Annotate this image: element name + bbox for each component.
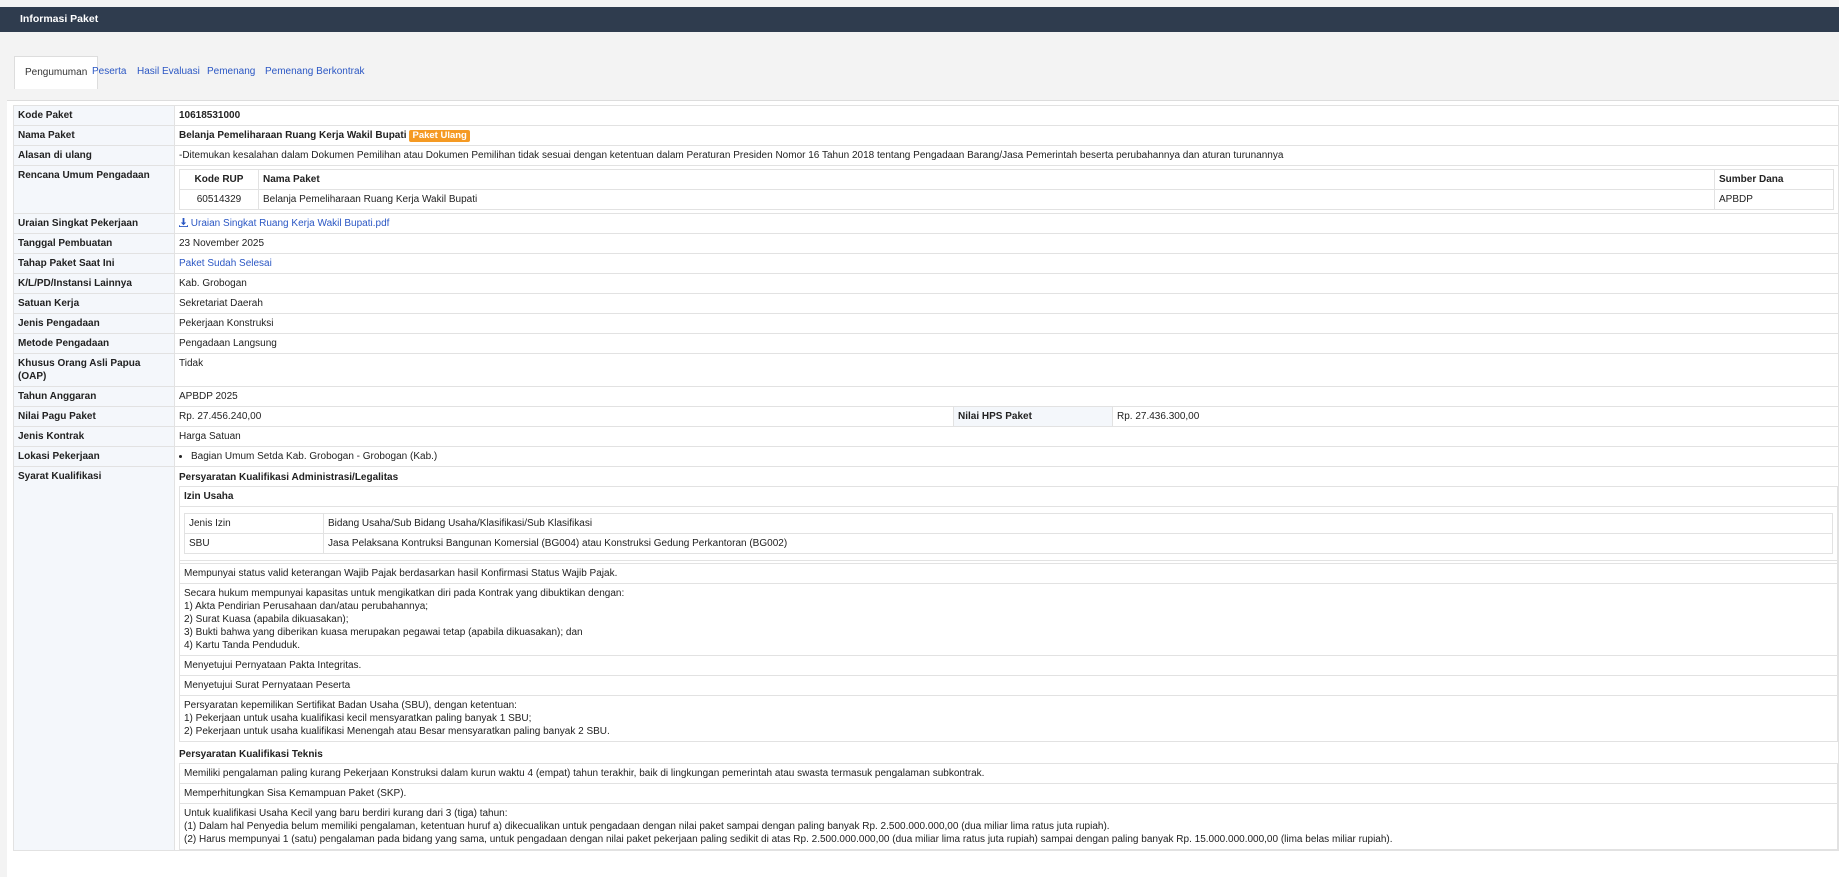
table-row: Alasan di ulang -Ditemukan kesalahan dal… [13,145,1839,166]
kode-paket-value: 10618531000 [174,105,1839,126]
field-label: Nilai Pagu Paket [13,406,175,427]
rup-header: Sumber Dana [1714,169,1834,190]
oap-value: Tidak [174,353,1839,387]
pagu-value: Rp. 27.456.240,00 [174,406,954,427]
pengalaman-text: Memiliki pengalaman paling kurang Pekerj… [179,763,1838,784]
field-label: K/L/PD/Instansi Lainnya [13,273,175,294]
table-row: Jenis Kontrak Harga Satuan [13,426,1839,447]
rup-name: Belanja Pemeliharaan Ruang Kerja Wakil B… [258,189,1715,210]
field-label: Tahap Paket Saat Ini [13,253,175,274]
table-row: 60514329 Belanja Pemeliharaan Ruang Kerj… [179,189,1834,210]
izin-header: Bidang Usaha/Sub Bidang Usaha/Klasifikas… [323,513,1833,534]
table-row: Nilai Pagu Paket Rp. 27.456.240,00 Nilai… [13,406,1839,427]
table-row: Lokasi Pekerjaan Bagian Umum Setda Kab. … [13,446,1839,467]
download-icon [179,218,188,227]
izin-type: SBU [184,533,324,554]
field-label: Jenis Pengadaan [13,313,175,334]
tab-pemenang[interactable]: Pemenang [207,56,255,88]
table-row: Nama Paket Belanja Pemeliharaan Ruang Ke… [13,125,1839,146]
table-row: Syarat Kualifikasi Persyaratan Kualifika… [13,466,1839,851]
rup-source: APBDP [1714,189,1834,210]
admin-section-title: Persyaratan Kualifikasi Administrasi/Leg… [179,472,399,483]
jenis-pengadaan-value: Pekerjaan Konstruksi [174,313,1839,334]
info-panel: Kode Paket 10618531000 Nama Paket Belanj… [7,100,1839,877]
field-label: Tahun Anggaran [13,386,175,407]
page-title: Informasi Paket [0,7,1839,32]
hukum-block: Secara hukum mempunyai kapasitas untuk m… [179,584,1838,656]
nama-paket-value: Belanja Pemeliharaan Ruang Kerja Wakil B… [179,130,407,141]
pakta-text: Menyetujui Pernyataan Pakta Integritas. [179,656,1838,676]
table-row: Metode Pengadaan Pengadaan Langsung [13,333,1839,354]
field-label: Satuan Kerja [13,293,175,314]
table-row: SBU Jasa Pelaksana Kontruksi Bangunan Ko… [184,533,1833,554]
field-label: Metode Pengadaan [13,333,175,354]
status-badge: Paket Ulang [409,130,470,142]
field-label: Lokasi Pekerjaan [13,446,175,467]
tahun-value: APBDP 2025 [174,386,1839,407]
lokasi-list: Bagian Umum Setda Kab. Grobogan - Grobog… [179,450,1834,463]
tab-pemenang-berkontrak[interactable]: Pemenang Berkontrak [265,56,365,88]
field-label: Khusus Orang Asli Papua (OAP) [13,353,175,387]
rup-table: Kode RUP Nama Paket Sumber Dana 60514329… [179,169,1834,210]
field-label: Kode Paket [13,105,175,126]
pajak-text: Mempunyai status valid keterangan Wajib … [179,564,1838,584]
kecil-block: Untuk kualifikasi Usaha Kecil yang baru … [179,804,1838,850]
surat-text: Menyetujui Surat Pernyataan Peserta [179,676,1838,696]
satker-value: Sekretariat Daerah [174,293,1839,314]
klpd-value: Kab. Grobogan [174,273,1839,294]
table-row: Tahap Paket Saat Ini Paket Sudah Selesai [13,253,1839,274]
table-row: Uraian Singkat Pekerjaan Uraian Singkat … [13,213,1839,234]
field-label: Uraian Singkat Pekerjaan [13,213,175,234]
alasan-value: -Ditemukan kesalahan dalam Dokumen Pemil… [174,145,1839,166]
tab-peserta[interactable]: Peserta [92,56,126,88]
table-row: Jenis Pengadaan Pekerjaan Konstruksi [13,313,1839,334]
field-label: Nama Paket [13,125,175,146]
top-band [0,0,1839,7]
tanggal-value: 23 November 2025 [174,233,1839,254]
izin-title: Izin Usaha [179,486,1838,507]
skp-text: Memperhitungkan Sisa Kemampuan Paket (SK… [179,784,1838,804]
sbu-block: Persyaratan kepemilikan Sertifikat Badan… [179,696,1838,742]
kontrak-value: Harga Satuan [174,426,1839,447]
table-row: Satuan Kerja Sekretariat Daerah [13,293,1839,314]
table-row: K/L/PD/Instansi Lainnya Kab. Grobogan [13,273,1839,294]
metode-value: Pengadaan Langsung [174,333,1839,354]
table-row: Rencana Umum Pengadaan Kode RUP Nama Pak… [13,165,1839,214]
tab-pengumuman[interactable]: Pengumuman [14,56,99,89]
izin-header: Jenis Izin [184,513,324,534]
teknis-section-title: Persyaratan Kualifikasi Teknis [179,749,323,760]
tahap-link[interactable]: Paket Sudah Selesai [179,258,272,269]
rup-header: Nama Paket [258,169,1715,190]
field-label: Tanggal Pembuatan [13,233,175,254]
izin-table: Jenis Izin Bidang Usaha/Sub Bidang Usaha… [184,513,1833,554]
uraian-download-link[interactable]: Uraian Singkat Ruang Kerja Wakil Bupati.… [179,218,389,229]
hps-value: Rp. 27.436.300,00 [1112,406,1839,427]
rup-code: 60514329 [179,189,259,210]
tab-hasil-evaluasi[interactable]: Hasil Evaluasi [137,56,200,88]
izin-desc: Jasa Pelaksana Kontruksi Bangunan Komers… [323,533,1833,554]
rup-header: Kode RUP [179,169,259,190]
info-table: Kode Paket 10618531000 Nama Paket Belanj… [13,105,1839,851]
field-label: Rencana Umum Pengadaan [13,165,175,214]
table-row: Tahun Anggaran APBDP 2025 [13,386,1839,407]
table-row: Tanggal Pembuatan 23 November 2025 [13,233,1839,254]
field-label: Syarat Kualifikasi [13,466,175,851]
list-item: Bagian Umum Setda Kab. Grobogan - Grobog… [191,450,1834,463]
tab-bar: Pengumuman Peserta Hasil Evaluasi Pemena… [14,56,1839,89]
field-label: Jenis Kontrak [13,426,175,447]
field-label: Alasan di ulang [13,145,175,166]
table-row: Khusus Orang Asli Papua (OAP) Tidak [13,353,1839,387]
hps-label: Nilai HPS Paket [953,406,1113,427]
table-row: Kode Paket 10618531000 [13,105,1839,126]
